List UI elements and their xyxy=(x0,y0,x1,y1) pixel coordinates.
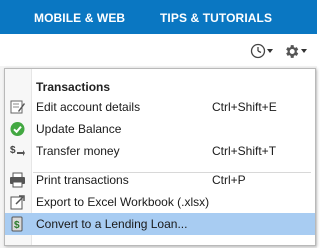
menu-item-edit-account-details[interactable]: Edit account details Ctrl+Shift+E xyxy=(5,96,315,118)
menu-item-convert-lending-loan[interactable]: $ Convert to a Lending Loan... xyxy=(5,213,315,235)
check-circle-icon xyxy=(10,122,25,136)
menu-item-label: Export to Excel Workbook (.xlsx) xyxy=(36,195,210,209)
loan-icon: $ xyxy=(11,216,23,232)
gear-icon xyxy=(286,44,299,58)
menu-item-export-excel[interactable]: Export to Excel Workbook (.xlsx) xyxy=(5,191,315,213)
settings-button[interactable] xyxy=(283,40,307,62)
menu-item-update-balance[interactable]: Update Balance xyxy=(5,118,315,140)
menu-item-shortcut: Ctrl+P xyxy=(212,173,246,187)
menu-item-transfer-money[interactable]: $ Transfer money Ctrl+Shift+T xyxy=(5,140,315,162)
menu-section-header: Transactions xyxy=(36,80,111,94)
menu-item-label: Update Balance xyxy=(36,122,122,136)
actions-dropdown-menu: Transactions Edit account details Ctrl+S… xyxy=(4,68,316,246)
menu-item-label: Edit account details xyxy=(36,100,141,114)
recent-history-button[interactable] xyxy=(250,40,273,62)
menu-item-label: Convert to a Lending Loan... xyxy=(36,217,188,231)
svg-text:$: $ xyxy=(14,220,20,231)
menu-item-label: Transfer money xyxy=(36,144,120,158)
nav-link-mobile-web[interactable]: MOBILE & WEB xyxy=(34,11,125,25)
transfer-money-icon: $ xyxy=(10,145,25,156)
svg-text:$: $ xyxy=(10,145,16,156)
menu-item-shortcut: Ctrl+Shift+T xyxy=(212,144,277,158)
chevron-down-icon xyxy=(301,49,307,53)
printer-icon xyxy=(10,172,25,188)
nav-link-tips-tutorials[interactable]: TIPS & TUTORIALS xyxy=(160,11,272,25)
clock-icon xyxy=(250,43,266,59)
menu-item-print-transactions[interactable]: Print transactions Ctrl+P xyxy=(5,169,315,191)
chevron-down-icon xyxy=(267,49,273,53)
top-navigation-bar: MOBILE & WEB TIPS & TUTORIALS xyxy=(0,0,317,34)
export-icon xyxy=(10,195,25,210)
menu-item-shortcut: Ctrl+Shift+E xyxy=(212,100,277,114)
edit-icon xyxy=(10,100,25,114)
menu-item-label: Print transactions xyxy=(36,173,129,187)
